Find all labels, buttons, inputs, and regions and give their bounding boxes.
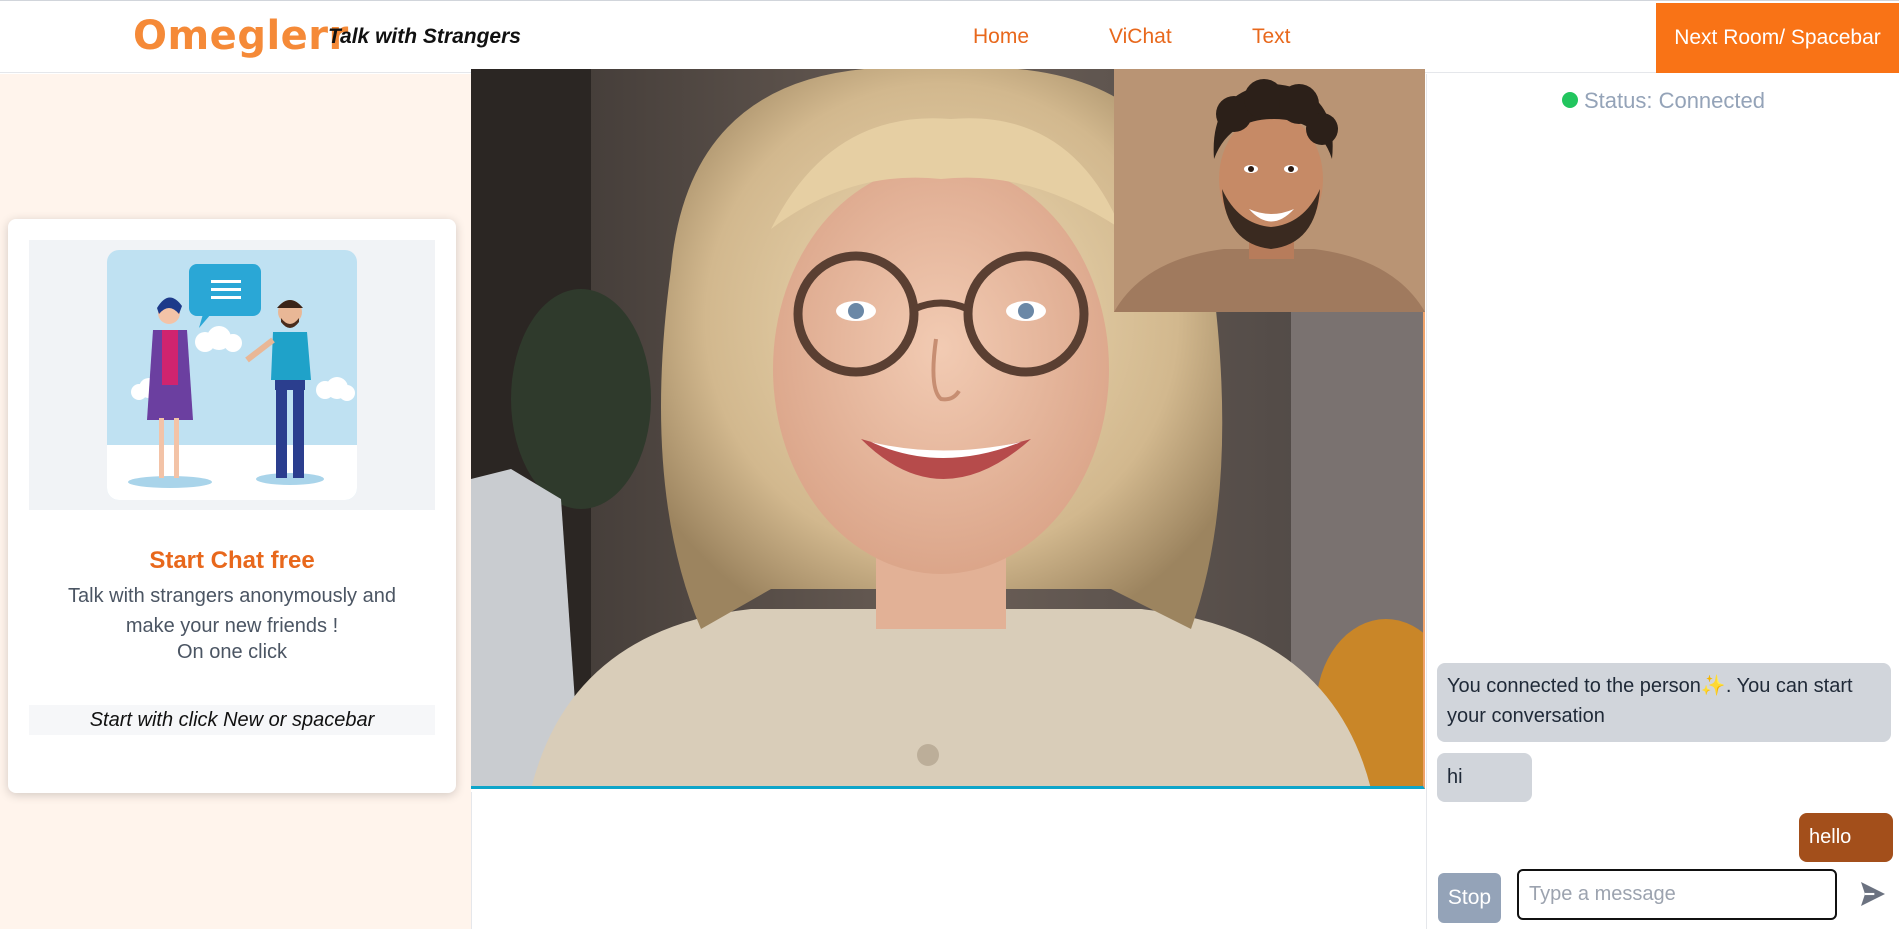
stop-button[interactable]: Stop bbox=[1438, 873, 1501, 923]
send-icon[interactable] bbox=[1857, 878, 1889, 910]
start-chat-description: Talk with strangers anonymously and make… bbox=[68, 585, 396, 637]
site-logo[interactable]: Omeglerr bbox=[133, 13, 349, 59]
video-area-footer bbox=[471, 792, 1426, 929]
nav-home-link[interactable]: Home bbox=[973, 25, 1029, 49]
illustration-frame bbox=[29, 240, 435, 510]
connection-status: Status: Connected bbox=[1427, 88, 1899, 114]
system-message: You connected to the person✨. You can st… bbox=[1437, 663, 1891, 742]
start-chat-hint: Start with click New or spacebar bbox=[29, 705, 435, 735]
nav-vichat-link[interactable]: ViChat bbox=[1109, 25, 1172, 49]
status-dot-icon bbox=[1561, 92, 1578, 109]
top-navbar: Omeglerr Talk with Strangers Home ViChat… bbox=[0, 0, 1899, 73]
message-input[interactable] bbox=[1517, 869, 1837, 920]
start-chat-card: Start Chat free Talk with strangers anon… bbox=[8, 219, 456, 793]
next-room-button[interactable]: Next Room/ Spacebar bbox=[1656, 3, 1899, 73]
stranger-message: hi bbox=[1437, 753, 1532, 802]
start-chat-subtext: On one click bbox=[176, 641, 288, 663]
start-chat-title: Start Chat free bbox=[149, 547, 315, 574]
system-message-text-start: You connected to the person bbox=[1447, 675, 1701, 697]
sparkles-emoji-icon: ✨ bbox=[1700, 675, 1726, 697]
people-chatting-illustration bbox=[107, 250, 357, 500]
site-tagline: Talk with Strangers bbox=[328, 25, 521, 48]
self-video bbox=[1114, 69, 1425, 312]
chat-panel: Status: Connected You connected to the p… bbox=[1426, 74, 1899, 929]
nav-text-link[interactable]: Text bbox=[1252, 25, 1291, 49]
status-text: Status: Connected bbox=[1583, 88, 1765, 113]
own-message: hello bbox=[1799, 813, 1893, 862]
